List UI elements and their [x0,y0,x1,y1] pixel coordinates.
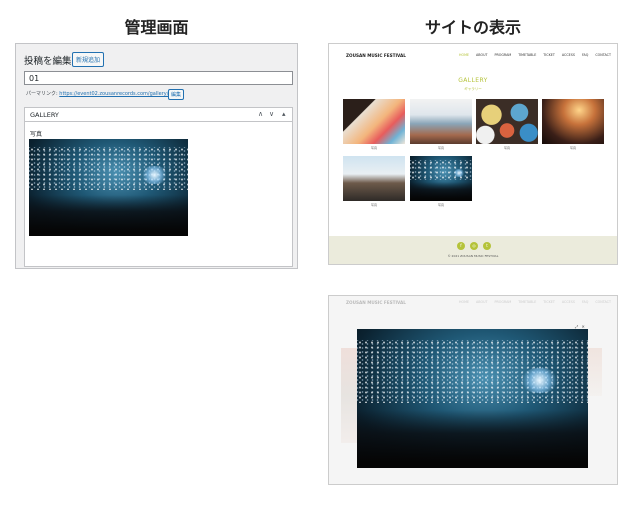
dimmed-nav-item: CONTACT [595,300,611,304]
admin-heading: 管理画面 [124,18,189,37]
nav-program[interactable]: PROGRAM [495,53,512,57]
lightbox-panel: ZOUSAN MUSIC FESTIVAL HOME ABOUT PROGRAM… [328,295,618,485]
metabox-header: GALLERY ∧ ∨ ▴ [25,108,292,122]
site-panel: ZOUSAN MUSIC FESTIVAL HOME ABOUT PROGRAM… [328,43,618,265]
nav-about[interactable]: ABOUT [476,53,487,57]
lightbox-image[interactable] [357,329,588,468]
thumb-caption: 写真 [503,146,510,150]
dimmed-nav-item: ABOUT [476,300,488,304]
site-nav: HOME ABOUT PROGRAM TIMETABLE TICKET ACCE… [459,53,611,57]
thumb-caption: 写真 [437,146,444,150]
dimmed-nav-item: HOME [459,300,470,304]
dimmed-nav-item: ACCESS [561,300,575,304]
twitter-icon[interactable]: t [483,242,491,250]
gallery-subtitle: ギャラリー [464,87,482,91]
dimmed-nav-item: TIMETABLE [518,300,537,304]
concert-image [29,139,188,236]
move-down-icon[interactable]: ∨ [269,110,274,118]
concert-thumb-image [410,156,472,201]
nav-timetable[interactable]: TIMETABLE [518,53,536,57]
add-new-button[interactable]: 新規追加 [72,52,105,67]
photo-field-label: 写真 [30,131,43,138]
concert-large-image [357,329,588,468]
thumb-caption: 写真 [370,146,377,150]
site-heading: サイトの表示 [424,18,521,37]
photo-field-image[interactable] [29,139,188,236]
gallery-title: GALLERY [458,77,488,84]
post-title-input[interactable]: 01 [24,71,293,85]
dimmed-nav-item: TICKET [543,300,555,304]
instagram-icon[interactable]: ◎ [470,242,478,250]
site-footer: f ◎ t © 2021 ZOUSAN MUSIC FESTIVAL [329,236,617,264]
permalink-row: パーマリンク: https://event02.zousanrecords.co… [26,90,176,97]
dimmed-nav-item: PROGRAM [494,300,512,304]
nav-ticket[interactable]: TICKET [543,53,555,57]
nav-access[interactable]: ACCESS [562,53,575,57]
site-logo[interactable]: ZOUSAN MUSIC FESTIVAL [346,53,406,58]
nav-home[interactable]: HOME [459,53,469,57]
metabox-title: GALLERY [30,111,59,119]
dimmed-nav-item: FAQ [581,300,589,304]
thumb-caption: 写真 [569,146,576,150]
permalink-label: パーマリンク: [26,91,58,97]
gallery-thumb[interactable] [476,99,538,144]
page-title: 投稿を編集 [24,56,72,67]
gallery-thumb[interactable] [410,99,472,144]
nav-faq[interactable]: FAQ [582,53,588,57]
gallery-thumb[interactable] [542,99,604,144]
permalink-url-link[interactable]: https://event02.zousanrecords.com/galler… [59,91,176,97]
gallery-thumb[interactable] [343,156,405,201]
dimmed-site-nav: HOME ABOUT PROGRAM TIMETABLE TICKET ACCE… [459,300,611,304]
dimmed-site-logo: ZOUSAN MUSIC FESTIVAL [346,300,406,305]
nav-contact[interactable]: CONTACT [595,53,611,57]
footer-copyright: © 2021 ZOUSAN MUSIC FESTIVAL [447,254,499,258]
gallery-metabox: GALLERY ∧ ∨ ▴ 写真 [24,107,293,267]
move-up-icon[interactable]: ∧ [258,110,263,118]
admin-panel: 投稿を編集 新規追加 01 パーマリンク: https://event02.zo… [15,43,298,269]
gallery-thumb[interactable] [343,99,405,144]
facebook-icon[interactable]: f [457,242,465,250]
permalink-edit-button[interactable]: 編集 [168,89,185,100]
gallery-thumb[interactable] [410,156,472,201]
thumb-caption: 写真 [437,203,444,207]
thumb-caption: 写真 [370,203,377,207]
toggle-panel-icon[interactable]: ▴ [282,110,286,118]
